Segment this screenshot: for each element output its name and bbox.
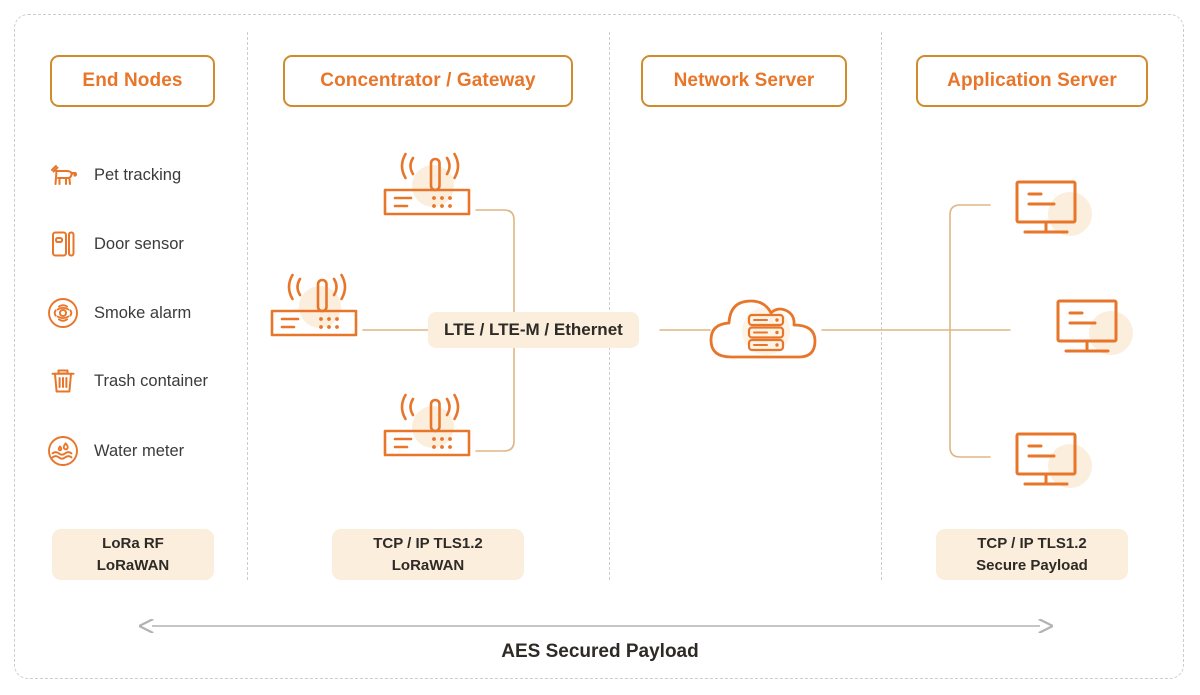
gateway-router-icon <box>383 152 471 216</box>
column-divider-2 <box>609 32 610 580</box>
end-node-item-door-sensor[interactable]: Door sensor <box>46 227 184 261</box>
column-header-label: End Nodes <box>82 70 183 91</box>
pet-tracking-icon <box>46 158 80 192</box>
column-header-end-nodes[interactable]: End Nodes <box>50 55 215 107</box>
aes-caption-text: AES Secured Payload <box>501 641 699 662</box>
protocol-pill-gateway[interactable]: TCP / IP TLS1.2 LoRaWAN <box>332 529 524 580</box>
protocol-line-1: LoRa RF <box>102 534 164 552</box>
backhaul-label-text: LTE / LTE-M / Ethernet <box>444 320 623 339</box>
protocol-pill-end-nodes[interactable]: LoRa RF LoRaWAN <box>52 529 214 580</box>
protocol-line-2: Secure Payload <box>976 556 1088 574</box>
network-server-node[interactable] <box>705 283 827 380</box>
protocol-line-2: LoRaWAN <box>391 556 465 574</box>
diagram-canvas: End Nodes Concentrator / Gateway Network… <box>0 0 1200 695</box>
gateway-router-middle[interactable] <box>264 271 368 356</box>
end-node-label: Trash container <box>94 371 209 390</box>
column-header-concentrator-gateway[interactable]: Concentrator / Gateway <box>283 55 573 107</box>
column-header-label: Application Server <box>947 70 1117 91</box>
gateway-router-icon <box>383 393 471 457</box>
gateway-router-top[interactable] <box>377 150 481 235</box>
aes-caption: AES Secured Payload <box>0 641 1200 663</box>
monitor-icon <box>1056 299 1133 355</box>
water-meter-icon <box>46 434 80 468</box>
column-header-network-server[interactable]: Network Server <box>641 55 847 107</box>
end-node-item-water-meter[interactable]: Water meter <box>46 434 184 468</box>
backhaul-label[interactable]: LTE / LTE-M / Ethernet <box>428 312 639 348</box>
protocol-pill-application[interactable]: TCP / IP TLS1.2 Secure Payload <box>936 529 1128 580</box>
trash-container-icon <box>46 364 80 398</box>
column-divider-3 <box>881 32 882 580</box>
end-node-item-trash-container[interactable]: Trash container <box>46 364 208 398</box>
end-node-label: Pet tracking <box>94 165 182 184</box>
app-server-monitor-middle[interactable] <box>1049 295 1145 372</box>
column-header-application-server[interactable]: Application Server <box>916 55 1148 107</box>
app-server-monitor-top[interactable] <box>1008 176 1104 253</box>
end-node-item-smoke-alarm[interactable]: Smoke alarm <box>46 296 191 330</box>
cloud-server-icon <box>709 299 817 359</box>
gateway-router-icon <box>270 273 358 337</box>
column-header-label: Network Server <box>673 70 815 91</box>
monitor-icon <box>1015 432 1092 488</box>
protocol-line-1: TCP / IP TLS1.2 <box>373 534 483 552</box>
end-node-label: Water meter <box>94 441 185 460</box>
protocol-line-2: LoRaWAN <box>96 556 170 574</box>
monitor-icon <box>1015 180 1092 236</box>
column-divider-1 <box>247 32 248 580</box>
end-node-item-pet-tracking[interactable]: Pet tracking <box>46 158 181 192</box>
door-sensor-icon <box>46 227 80 261</box>
protocol-line-1: TCP / IP TLS1.2 <box>977 534 1087 552</box>
end-node-label: Smoke alarm <box>94 303 192 322</box>
gateway-router-bottom[interactable] <box>377 391 481 476</box>
app-server-monitor-bottom[interactable] <box>1008 428 1104 505</box>
end-node-label: Door sensor <box>94 234 184 253</box>
smoke-alarm-icon <box>46 296 80 330</box>
column-header-label: Concentrator / Gateway <box>320 70 536 91</box>
